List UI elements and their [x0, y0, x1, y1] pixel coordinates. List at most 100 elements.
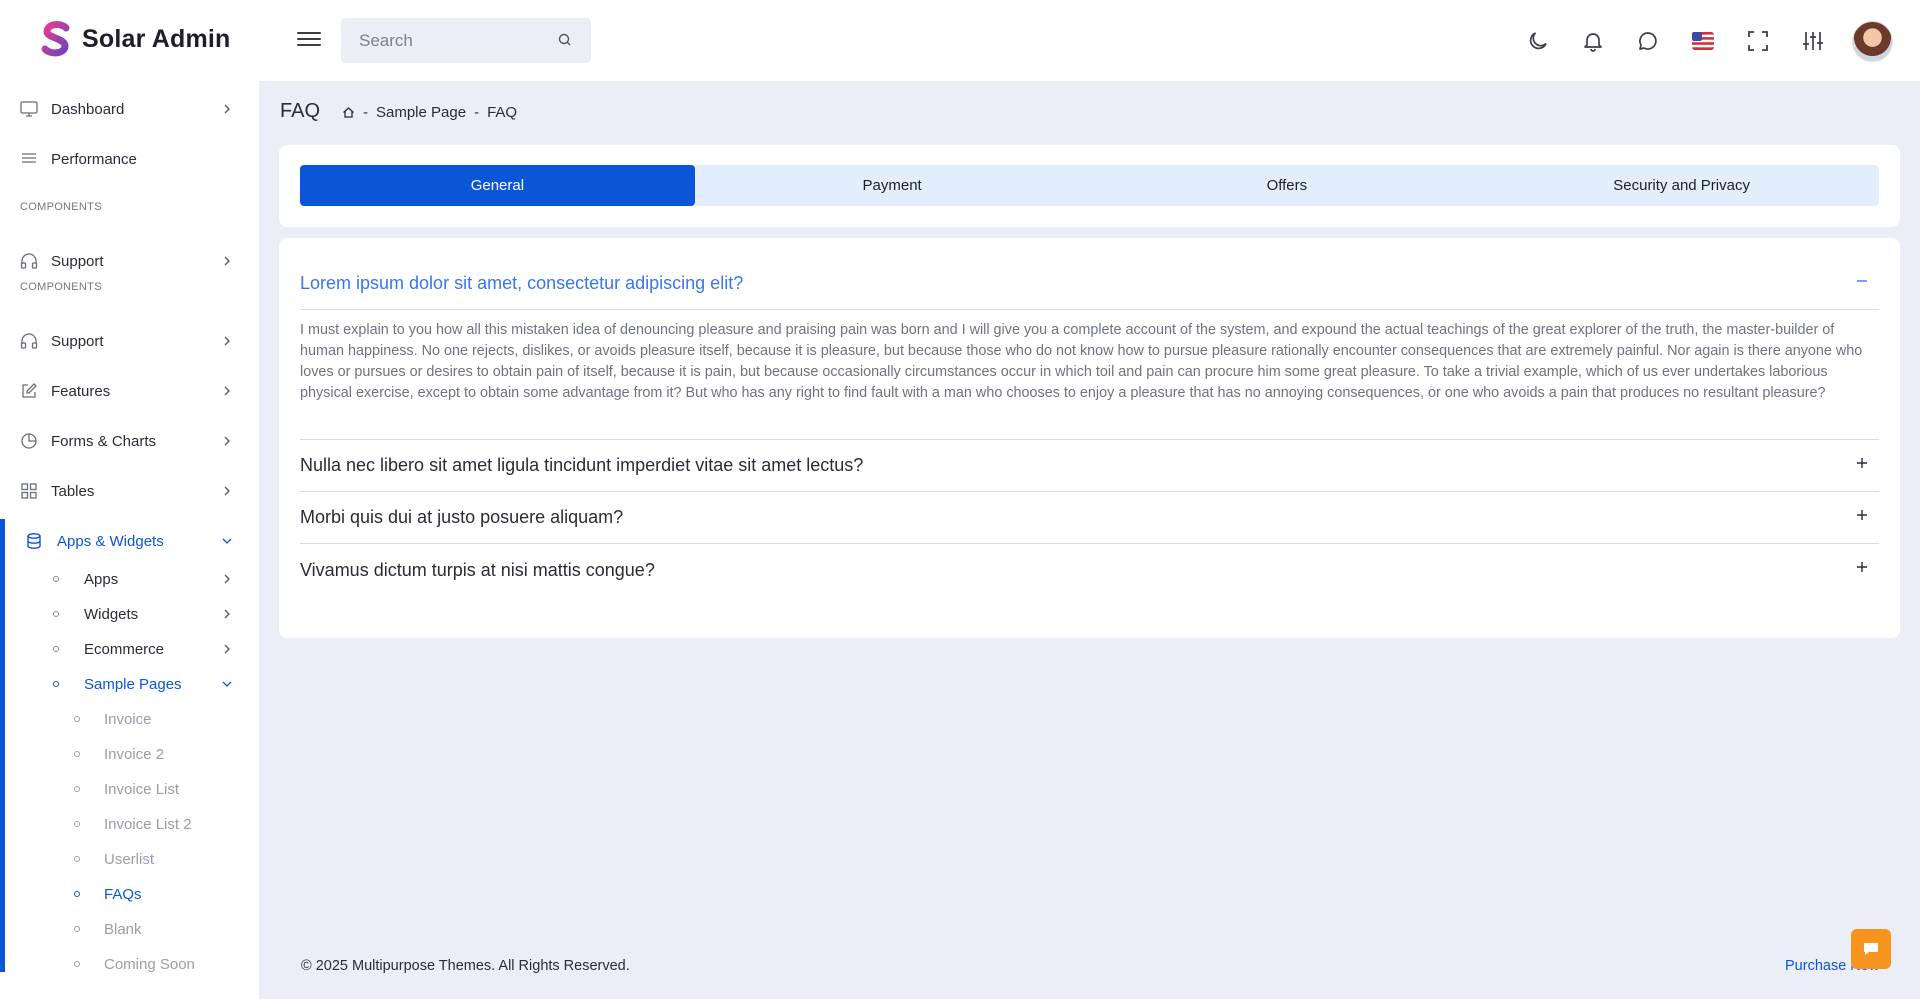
search-box [341, 18, 591, 63]
sidebar-item-support-2[interactable]: Support [0, 320, 259, 362]
bullet-icon [74, 786, 80, 792]
faq-question-2[interactable]: Nulla nec libero sit amet ligula tincidu… [300, 440, 1879, 492]
sidebar-page-label: Blank [104, 920, 142, 938]
tab-payment[interactable]: Payment [695, 165, 1090, 206]
sidebar-item-support[interactable]: Support [0, 240, 259, 282]
sidebar-page-invoice-list-2[interactable]: Invoice List 2 [0, 809, 259, 839]
chevron-right-icon [224, 574, 230, 584]
sidebar-item-apps-widgets[interactable]: Apps & Widgets [0, 520, 259, 562]
sidebar-page-label: Invoice List 2 [104, 815, 192, 833]
footer-copyright: © 2025 Multipurpose Themes. All Rights R… [301, 958, 630, 974]
home-icon[interactable] [342, 106, 355, 119]
breadcrumb: - Sample Page - FAQ [342, 104, 517, 121]
sidebar-page-invoice[interactable]: Invoice [0, 704, 259, 734]
sidebar-item-label: Dashboard [51, 100, 125, 118]
brand-name: Solar Admin [82, 24, 231, 53]
sidebar-item-performance[interactable]: Performance [0, 138, 259, 180]
sidebar-page-userlist[interactable]: Userlist [0, 844, 259, 874]
tab-general[interactable]: General [300, 165, 695, 206]
edit-icon [22, 383, 37, 398]
sidebar-page-blank[interactable]: Blank [0, 914, 259, 944]
sidebar-page-coming-soon[interactable]: Coming Soon [0, 949, 259, 979]
database-icon [27, 533, 41, 549]
faq-question-text: Lorem ipsum dolor sit amet, consectetur … [300, 273, 744, 293]
tabs-card: General Payment Offers Security and Priv… [279, 145, 1900, 227]
bullet-icon [74, 961, 80, 967]
brand-logo-icon [41, 21, 70, 57]
sidebar-subitem-apps[interactable]: Apps [0, 564, 259, 594]
fullscreen-icon[interactable] [1742, 17, 1774, 65]
chevron-down-icon [222, 681, 232, 687]
faq-question-text: Nulla nec libero sit amet ligula tincidu… [300, 455, 864, 475]
chevron-right-icon [224, 644, 230, 654]
chevron-right-icon [224, 486, 230, 496]
plus-icon[interactable] [1853, 558, 1871, 576]
list-icon [22, 153, 36, 163]
sidebar-subitem-sample-pages[interactable]: Sample Pages [0, 669, 259, 699]
bullet-icon [53, 646, 59, 652]
top-header: Solar Admin [0, 0, 1920, 81]
avatar[interactable] [1852, 20, 1893, 62]
sidebar-item-label: Tables [51, 482, 95, 500]
search-input[interactable] [359, 30, 549, 51]
faq-accordion: Lorem ipsum dolor sit amet, consectetur … [279, 238, 1900, 638]
sidebar-page-label: FAQs [104, 885, 142, 903]
sidebar-subitem-ecommerce[interactable]: Ecommerce [0, 634, 259, 664]
bullet-icon [74, 926, 80, 932]
sidebar-page-invoice-2[interactable]: Invoice 2 [0, 739, 259, 769]
hamburger-menu-icon[interactable] [297, 28, 321, 52]
bullet-icon [74, 891, 80, 897]
sidebar: Dashboard Performance COMPONENTS Support… [0, 81, 259, 999]
minus-icon[interactable] [1853, 272, 1871, 290]
chevron-right-icon [224, 436, 230, 446]
chevron-right-icon [224, 386, 230, 396]
sidebar-page-label: Coming Soon [104, 955, 195, 973]
faq-question-1[interactable]: Lorem ipsum dolor sit amet, consectetur … [300, 258, 1879, 310]
sidebar-page-faqs[interactable]: FAQs [0, 879, 259, 909]
faq-question-3[interactable]: Morbi quis dui at justo posuere aliquam? [300, 492, 1879, 544]
section-title: COMPONENTS [20, 281, 102, 293]
breadcrumb-item[interactable]: Sample Page [376, 104, 466, 121]
chevron-right-icon [224, 609, 230, 619]
breadcrumb-separator: - [363, 104, 368, 121]
moon-icon[interactable] [1522, 17, 1554, 65]
bullet-icon [74, 856, 80, 862]
chevron-right-icon [224, 104, 230, 114]
sidebar-page-invoice-list[interactable]: Invoice List [0, 774, 259, 804]
sidebar-subitem-label: Ecommerce [84, 640, 165, 658]
sidebar-item-label: Performance [51, 150, 137, 168]
us-flag-icon[interactable] [1687, 17, 1719, 65]
sidebar-page-label: Invoice [104, 710, 152, 728]
sidebar-item-features[interactable]: Features [0, 370, 259, 412]
chat-bubble-icon [1864, 943, 1878, 955]
sidebar-page-label: Invoice 2 [104, 745, 165, 763]
sidebar-item-tables[interactable]: Tables [0, 470, 259, 512]
faq-question-4[interactable]: Vivamus dictum turpis at nisi mattis con… [300, 544, 1879, 596]
sliders-icon[interactable] [1797, 17, 1829, 65]
tab-security-privacy[interactable]: Security and Privacy [1484, 165, 1879, 206]
sidebar-item-label: Features [51, 382, 111, 400]
chevron-right-icon [224, 256, 230, 266]
pie-chart-icon [21, 433, 37, 449]
faq-answer-1: I must explain to you how all this mista… [300, 322, 1863, 401]
monitor-icon [20, 101, 38, 117]
bullet-icon [74, 716, 80, 722]
sidebar-item-dashboard[interactable]: Dashboard [0, 88, 259, 130]
sidebar-subitem-widgets[interactable]: Widgets [0, 599, 259, 629]
page-title: FAQ [280, 100, 321, 122]
sidebar-item-forms-charts[interactable]: Forms & Charts [0, 420, 259, 462]
bullet-icon [53, 611, 59, 617]
sidebar-item-label: Forms & Charts [51, 432, 157, 450]
plus-icon[interactable] [1853, 454, 1871, 472]
plus-icon[interactable] [1853, 506, 1871, 524]
chat-widget-button[interactable] [1851, 929, 1891, 969]
chevron-right-icon [224, 336, 230, 346]
sidebar-page-label: Invoice List [104, 780, 180, 798]
chat-icon[interactable] [1632, 17, 1664, 65]
tab-offers[interactable]: Offers [1090, 165, 1485, 206]
bell-icon[interactable] [1577, 17, 1609, 65]
section-title: COMPONENTS [20, 201, 102, 213]
search-icon[interactable] [557, 32, 573, 48]
sidebar-subitem-label: Sample Pages [84, 675, 182, 693]
brand[interactable]: Solar Admin [40, 20, 231, 58]
